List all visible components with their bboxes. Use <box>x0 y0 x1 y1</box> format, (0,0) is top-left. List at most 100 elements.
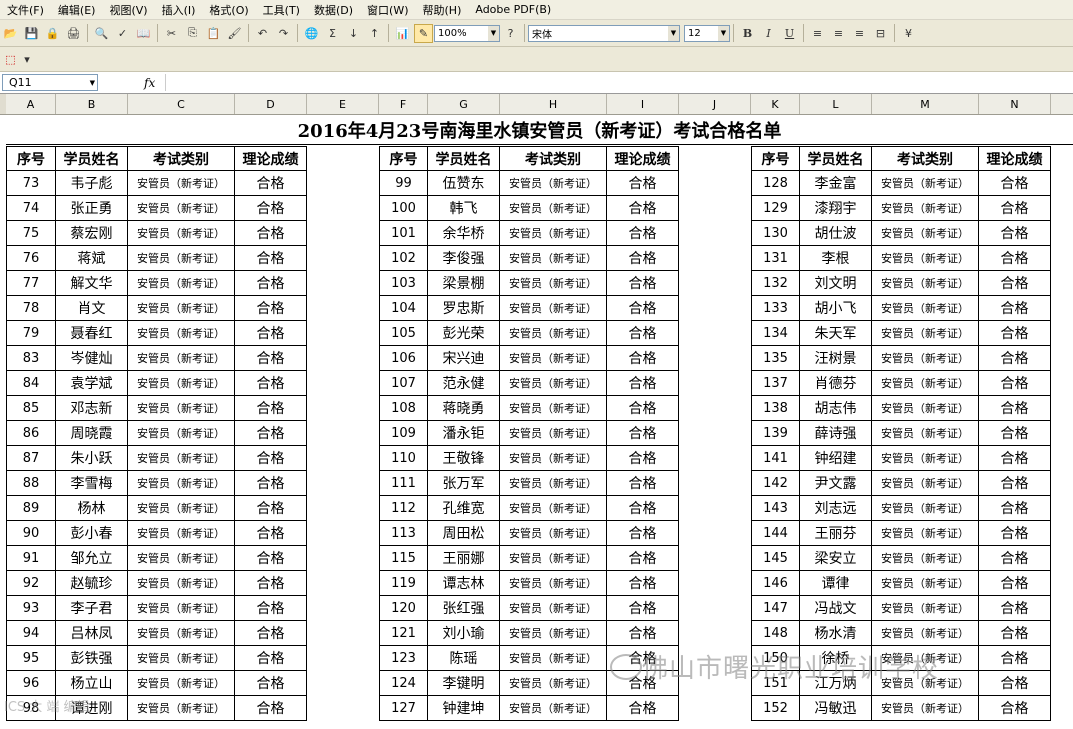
exam-type-cell[interactable]: 安管员（新考证） <box>128 546 235 571</box>
name-cell[interactable]: 邓志新 <box>56 396 128 421</box>
name-cell[interactable]: 袁学斌 <box>56 371 128 396</box>
seq-cell[interactable]: 139 <box>751 421 800 446</box>
exam-type-cell[interactable]: 安管员（新考证） <box>500 671 607 696</box>
menu-item[interactable]: Adobe PDF(B) <box>468 3 558 16</box>
score-cell[interactable]: 合格 <box>235 596 307 621</box>
score-cell[interactable]: 合格 <box>607 571 679 596</box>
score-cell[interactable]: 合格 <box>979 621 1051 646</box>
name-cell[interactable]: 吕林凤 <box>56 621 128 646</box>
score-cell[interactable]: 合格 <box>979 696 1051 721</box>
seq-cell[interactable]: 109 <box>379 421 428 446</box>
research-icon[interactable]: 📖 <box>134 24 153 43</box>
name-cell[interactable]: 刘小瑜 <box>428 621 500 646</box>
score-cell[interactable]: 合格 <box>979 171 1051 196</box>
pdf-convert-icon[interactable]: ⬚ <box>1 50 20 69</box>
score-cell[interactable]: 合格 <box>235 346 307 371</box>
seq-cell[interactable]: 146 <box>751 571 800 596</box>
menu-item[interactable]: 帮助(H) <box>416 2 469 18</box>
name-cell[interactable]: 梁安立 <box>800 546 872 571</box>
name-cell[interactable]: 胡小飞 <box>800 296 872 321</box>
header-cell[interactable]: 序号 <box>751 146 800 171</box>
menu-item[interactable]: 文件(F) <box>0 2 51 18</box>
score-cell[interactable]: 合格 <box>235 171 307 196</box>
seq-cell[interactable]: 131 <box>751 246 800 271</box>
column-header-h[interactable]: H <box>500 94 607 114</box>
name-cell[interactable]: 潘永钜 <box>428 421 500 446</box>
seq-cell[interactable]: 99 <box>379 171 428 196</box>
currency-icon[interactable]: ¥ <box>899 24 918 43</box>
header-cell[interactable]: 考试类别 <box>500 146 607 171</box>
exam-type-cell[interactable]: 安管员（新考证） <box>872 371 979 396</box>
name-cell[interactable]: 彭铁强 <box>56 646 128 671</box>
seq-cell[interactable]: 129 <box>751 196 800 221</box>
name-cell[interactable]: 蒋晓勇 <box>428 396 500 421</box>
column-header-e[interactable]: E <box>307 94 379 114</box>
seq-cell[interactable]: 133 <box>751 296 800 321</box>
score-cell[interactable]: 合格 <box>979 571 1051 596</box>
name-cell[interactable]: 李根 <box>800 246 872 271</box>
seq-cell[interactable]: 145 <box>751 546 800 571</box>
score-cell[interactable]: 合格 <box>607 421 679 446</box>
name-cell[interactable]: 岑健灿 <box>56 346 128 371</box>
exam-type-cell[interactable]: 安管员（新考证） <box>872 546 979 571</box>
score-cell[interactable]: 合格 <box>235 546 307 571</box>
column-header-g[interactable]: G <box>428 94 500 114</box>
menu-item[interactable]: 窗口(W) <box>360 2 415 18</box>
name-cell[interactable]: 刘志远 <box>800 496 872 521</box>
score-cell[interactable]: 合格 <box>235 671 307 696</box>
exam-type-cell[interactable]: 安管员（新考证） <box>500 596 607 621</box>
score-cell[interactable]: 合格 <box>607 396 679 421</box>
align-center-icon[interactable]: ≡ <box>829 24 848 43</box>
seq-cell[interactable]: 89 <box>6 496 56 521</box>
drawing-icon[interactable]: ✎ <box>414 23 433 43</box>
header-cell[interactable]: 理论成绩 <box>235 146 307 171</box>
score-cell[interactable]: 合格 <box>979 446 1051 471</box>
exam-type-cell[interactable]: 安管员（新考证） <box>500 571 607 596</box>
seq-cell[interactable]: 132 <box>751 271 800 296</box>
exam-type-cell[interactable]: 安管员（新考证） <box>128 421 235 446</box>
seq-cell[interactable]: 101 <box>379 221 428 246</box>
name-cell[interactable]: 张红强 <box>428 596 500 621</box>
font-size-select[interactable]: 12 ▼ <box>684 24 730 42</box>
score-cell[interactable]: 合格 <box>979 271 1051 296</box>
score-cell[interactable]: 合格 <box>979 346 1051 371</box>
zoom-select[interactable]: 100% ▼ <box>434 24 500 42</box>
seq-cell[interactable]: 77 <box>6 271 56 296</box>
seq-cell[interactable]: 105 <box>379 321 428 346</box>
seq-cell[interactable]: 83 <box>6 346 56 371</box>
seq-cell[interactable]: 123 <box>379 646 428 671</box>
seq-cell[interactable]: 121 <box>379 621 428 646</box>
score-cell[interactable]: 合格 <box>607 696 679 721</box>
score-cell[interactable]: 合格 <box>235 621 307 646</box>
score-cell[interactable]: 合格 <box>607 496 679 521</box>
column-header-m[interactable]: M <box>872 94 979 114</box>
exam-type-cell[interactable]: 安管员（新考证） <box>500 346 607 371</box>
seq-cell[interactable]: 87 <box>6 446 56 471</box>
header-cell[interactable]: 考试类别 <box>872 146 979 171</box>
merge-center-icon[interactable]: ⊟ <box>871 24 890 43</box>
name-cell[interactable]: 赵毓珍 <box>56 571 128 596</box>
name-cell[interactable]: 薛诗强 <box>800 421 872 446</box>
seq-cell[interactable]: 135 <box>751 346 800 371</box>
seq-cell[interactable]: 79 <box>6 321 56 346</box>
name-cell[interactable]: 冯敏迅 <box>800 696 872 721</box>
seq-cell[interactable]: 115 <box>379 546 428 571</box>
hyperlink-icon[interactable]: 🌐 <box>302 24 321 43</box>
score-cell[interactable]: 合格 <box>235 571 307 596</box>
toolbar-options-icon[interactable]: ▾ <box>22 50 32 69</box>
name-cell[interactable]: 李金富 <box>800 171 872 196</box>
exam-type-cell[interactable]: 安管员（新考证） <box>500 271 607 296</box>
seq-cell[interactable]: 106 <box>379 346 428 371</box>
seq-cell[interactable]: 141 <box>751 446 800 471</box>
seq-cell[interactable]: 144 <box>751 521 800 546</box>
name-cell[interactable]: 杨林 <box>56 496 128 521</box>
score-cell[interactable]: 合格 <box>607 171 679 196</box>
exam-type-cell[interactable]: 安管员（新考证） <box>500 246 607 271</box>
score-cell[interactable]: 合格 <box>607 621 679 646</box>
seq-cell[interactable]: 76 <box>6 246 56 271</box>
bold-button[interactable]: B <box>738 24 757 43</box>
copy-icon[interactable]: ⎘ <box>183 24 202 43</box>
permission-icon[interactable]: 🔒 <box>43 24 62 43</box>
exam-type-cell[interactable]: 安管员（新考证） <box>872 271 979 296</box>
menu-item[interactable]: 编辑(E) <box>51 2 103 18</box>
